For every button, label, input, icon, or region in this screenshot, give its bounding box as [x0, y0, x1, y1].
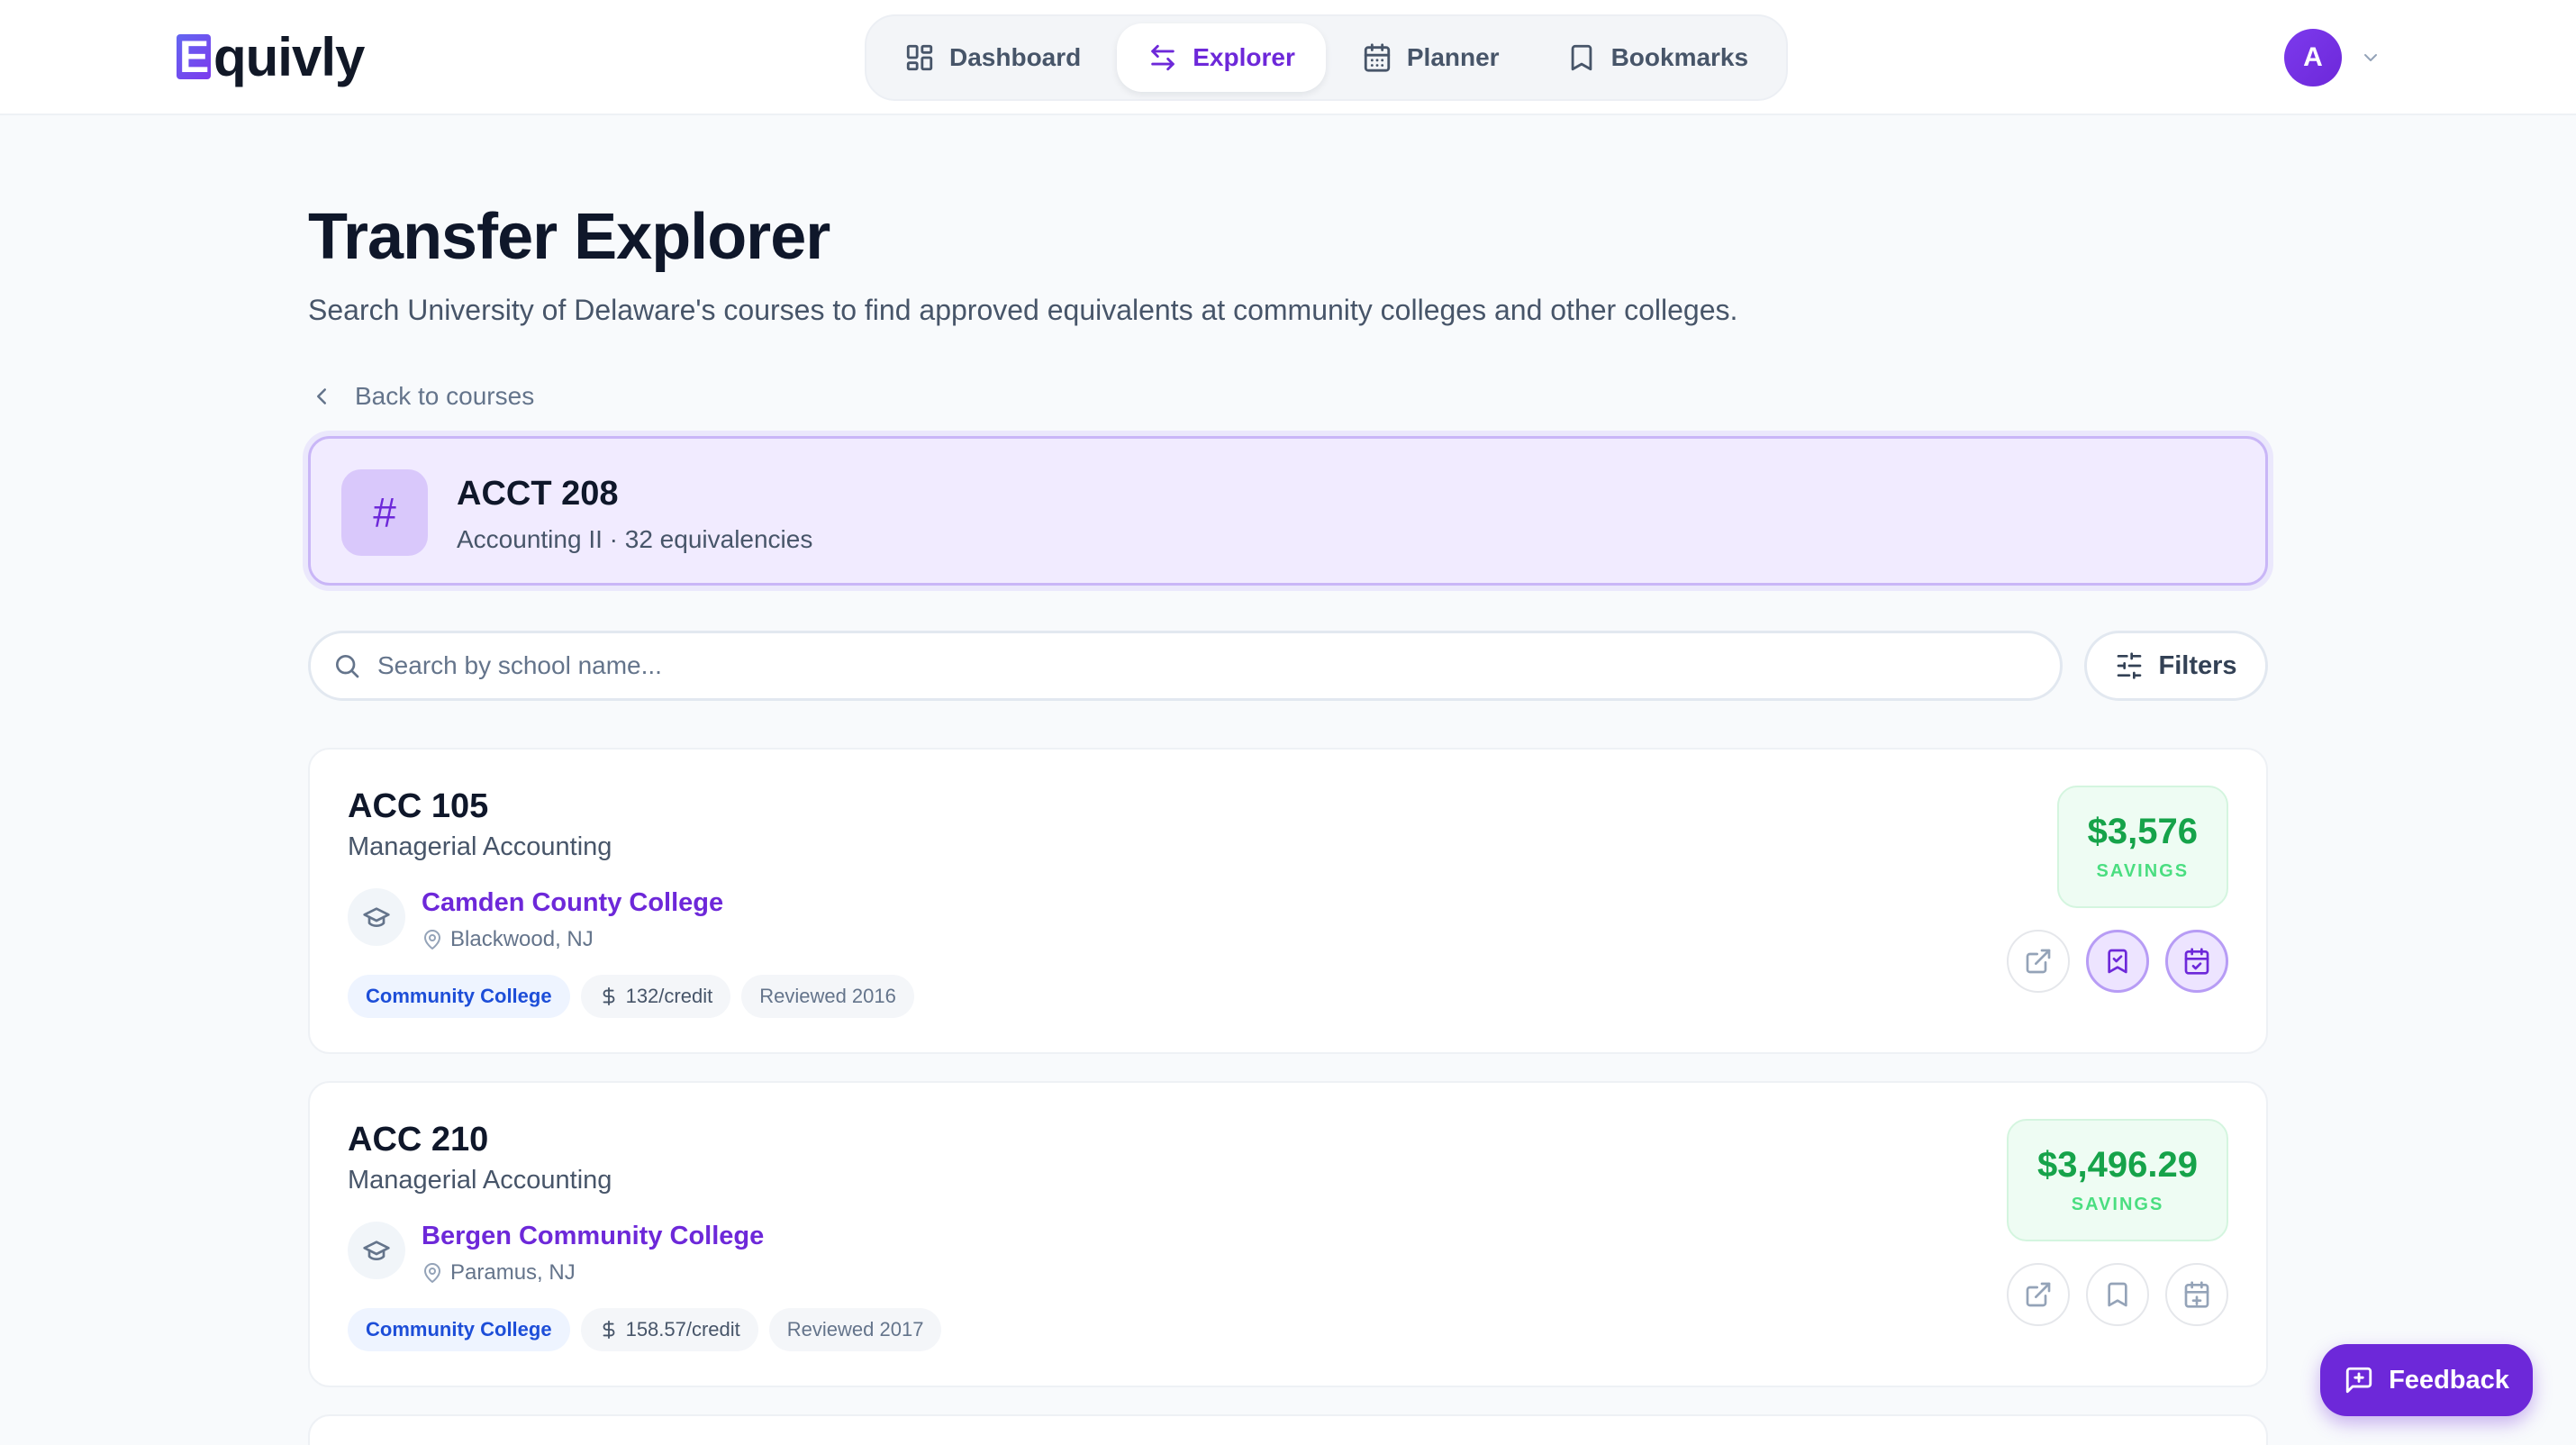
calendar-icon [1364, 43, 1391, 72]
cost-badge: 158.57/credit [580, 1308, 758, 1351]
nav-planner[interactable]: Planner [1331, 23, 1530, 92]
nav-dashboard[interactable]: Dashboard [874, 23, 1111, 92]
open-external-button[interactable] [2007, 1263, 2070, 1326]
chevron-left-icon [317, 388, 326, 404]
savings-label: SAVINGS [2096, 861, 2190, 881]
back-to-courses-link[interactable]: Back to courses [308, 378, 534, 414]
nav-bookmarks[interactable]: Bookmarks [1536, 23, 1780, 92]
bookmark-icon [1571, 44, 1592, 71]
selected-course-banner: # ACCT 208 Accounting II · 32 equivalenc… [308, 436, 2268, 586]
equivalent-course-code: ACC 210 [348, 1121, 489, 1159]
dashboard-grid-icon [906, 44, 933, 71]
reviewed-badge: Reviewed 2016 [741, 975, 914, 1018]
page-title: Transfer Explorer [308, 201, 830, 273]
cost-text: 132/credit [625, 985, 713, 1007]
location-text: Blackwood, NJ [450, 927, 594, 951]
hash-icon: # [341, 469, 428, 556]
feedback-label: Feedback [2389, 1365, 2509, 1395]
cost-badge: 132/credit [580, 975, 731, 1018]
card-actions [2007, 930, 2228, 993]
nav-planner-label: Planner [1406, 43, 1500, 71]
cost-text: 158.57/credit [625, 1318, 740, 1340]
top-navbar: E quivly Dashboard Explorer Planner Book… [0, 0, 2576, 115]
card-tags: Community College 132/credit Reviewed 20… [348, 975, 914, 1018]
nav-bookmarks-label: Bookmarks [1610, 43, 1749, 71]
equivly-logo[interactable]: E quivly [177, 25, 365, 88]
filters-label: Filters [2158, 650, 2237, 680]
bookmark-button[interactable] [2086, 1263, 2149, 1326]
school-name-link[interactable]: Camden County College [422, 888, 723, 918]
equivalent-course-name: Managerial Accounting [348, 1166, 612, 1195]
external-link-icon [2026, 1282, 2051, 1307]
calendar-plus-icon [2184, 1281, 2209, 1308]
filters-button[interactable]: Filters [2084, 631, 2268, 701]
sliders-icon [2118, 652, 2142, 679]
add-to-planner-button[interactable] [2165, 930, 2228, 993]
dollar-icon [603, 986, 614, 1006]
back-link-label: Back to courses [355, 382, 535, 410]
nav-explorer[interactable]: Explorer [1117, 23, 1326, 92]
school-name-link[interactable]: Bergen Community College [422, 1222, 764, 1251]
search-input[interactable] [377, 651, 2060, 680]
course-code: ACCT 208 [457, 475, 619, 513]
savings-box: $3,496.29 SAVINGS [2007, 1119, 2228, 1241]
open-external-button[interactable] [2007, 930, 2070, 993]
chevron-down-icon[interactable] [2360, 47, 2381, 68]
equivalency-card-partial[interactable] [308, 1414, 2268, 1445]
main-nav: Dashboard Explorer Planner Bookmarks [865, 14, 1789, 101]
logo-text: quivly [213, 26, 365, 87]
calendar-check-icon [2184, 948, 2209, 975]
savings-amount: $3,496.29 [2037, 1145, 2198, 1185]
map-pin-icon [424, 930, 440, 950]
search-icon [336, 655, 359, 678]
school-search-box[interactable] [308, 631, 2063, 701]
transfer-arrows-icon [1151, 44, 1175, 71]
equivalent-course-name: Managerial Accounting [348, 832, 612, 861]
bookmark-button[interactable] [2086, 930, 2149, 993]
card-actions [2007, 1263, 2228, 1326]
external-link-icon [2026, 949, 2051, 974]
feedback-button[interactable]: Feedback [2320, 1344, 2533, 1416]
school-location: Blackwood, NJ [422, 926, 594, 953]
logo-initial: E [177, 34, 211, 79]
bookmark-icon [2108, 1282, 2127, 1307]
user-avatar[interactable]: A [2284, 29, 2342, 86]
card-tags: Community College 158.57/credit Reviewed… [348, 1308, 942, 1351]
equivalency-card[interactable]: ACC 105 Managerial Accounting Camden Cou… [308, 748, 2268, 1054]
equivalency-card[interactable]: ACC 210 Managerial Accounting Bergen Com… [308, 1081, 2268, 1387]
nav-dashboard-label: Dashboard [949, 43, 1082, 71]
course-meta: Accounting II · 32 equivalencies [457, 525, 813, 553]
nav-explorer-label: Explorer [1193, 43, 1295, 71]
savings-amount: $3,576 [2087, 812, 2198, 851]
reviewed-badge: Reviewed 2017 [768, 1308, 942, 1351]
graduation-cap-icon [348, 1222, 405, 1279]
location-text: Paramus, NJ [450, 1260, 576, 1285]
school-location: Paramus, NJ [422, 1259, 576, 1286]
school-type-badge: Community College [348, 1308, 570, 1351]
map-pin-icon [424, 1263, 440, 1283]
school-type-badge: Community College [348, 975, 570, 1018]
add-to-planner-button[interactable] [2165, 1263, 2228, 1326]
page-subtitle: Search University of Delaware's courses … [308, 294, 1738, 326]
bookmark-check-icon [2108, 949, 2127, 974]
equivalent-course-code: ACC 105 [348, 787, 489, 825]
message-plus-icon [2345, 1367, 2372, 1394]
graduation-cap-icon [348, 888, 405, 946]
savings-label: SAVINGS [2071, 1195, 2164, 1214]
savings-box: $3,576 SAVINGS [2056, 786, 2228, 908]
dollar-icon [603, 1320, 614, 1340]
